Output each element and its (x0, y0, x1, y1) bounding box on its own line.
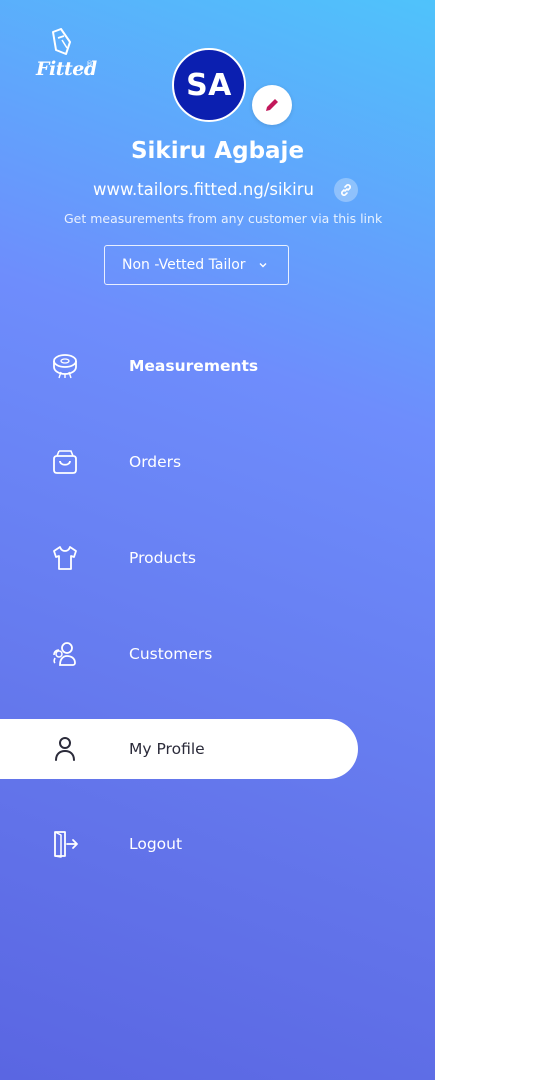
tailor-status-dropdown[interactable]: Non -Vetted Tailor (104, 245, 289, 285)
menu-label: Orders (129, 453, 182, 471)
menu-label: Customers (129, 645, 213, 663)
profile-link[interactable]: www.tailors.fitted.ng/sikiru (93, 180, 314, 199)
profile-link-row: www.tailors.fitted.ng/sikiru (0, 178, 435, 204)
profile-name: Sikiru Agbaje (130, 138, 305, 164)
menu-item-logout[interactable]: Logout (0, 814, 358, 874)
logo-mark-icon (52, 28, 71, 55)
shopping-bag-icon (50, 447, 80, 477)
menu-label: My Profile (129, 740, 205, 758)
navigation-drawer: Fitted ® SA Sikiru Agbaje www.tailors.fi… (0, 0, 435, 1080)
copy-link-button[interactable] (334, 178, 358, 202)
menu-item-orders[interactable]: Orders (0, 432, 358, 492)
user-icon (50, 734, 80, 764)
menu-label: Products (129, 549, 196, 567)
tailor-status-value: Non -Vetted Tailor (122, 257, 246, 273)
menu-item-my-profile[interactable]: My Profile (0, 719, 358, 779)
fitted-logo[interactable]: Fitted ® (34, 28, 97, 84)
menu-label: Measurements (129, 357, 259, 375)
avatar[interactable]: SA (172, 48, 246, 122)
menu-item-measurements[interactable]: Measurements (0, 336, 358, 396)
link-icon (341, 184, 351, 196)
edit-profile-button[interactable] (252, 85, 292, 125)
logout-icon (50, 829, 80, 859)
pencil-icon (266, 99, 278, 111)
link-hint: Get measurements from any customer via t… (64, 211, 383, 226)
users-icon (50, 639, 80, 669)
shirt-icon (50, 543, 80, 573)
menu-item-products[interactable]: Products (0, 528, 358, 588)
tape-measure-icon (50, 351, 80, 381)
menu-label: Logout (129, 835, 183, 853)
chevron-down-icon (259, 263, 267, 268)
menu-item-customers[interactable]: Customers (0, 624, 358, 684)
logo-registered: ® (86, 60, 93, 68)
